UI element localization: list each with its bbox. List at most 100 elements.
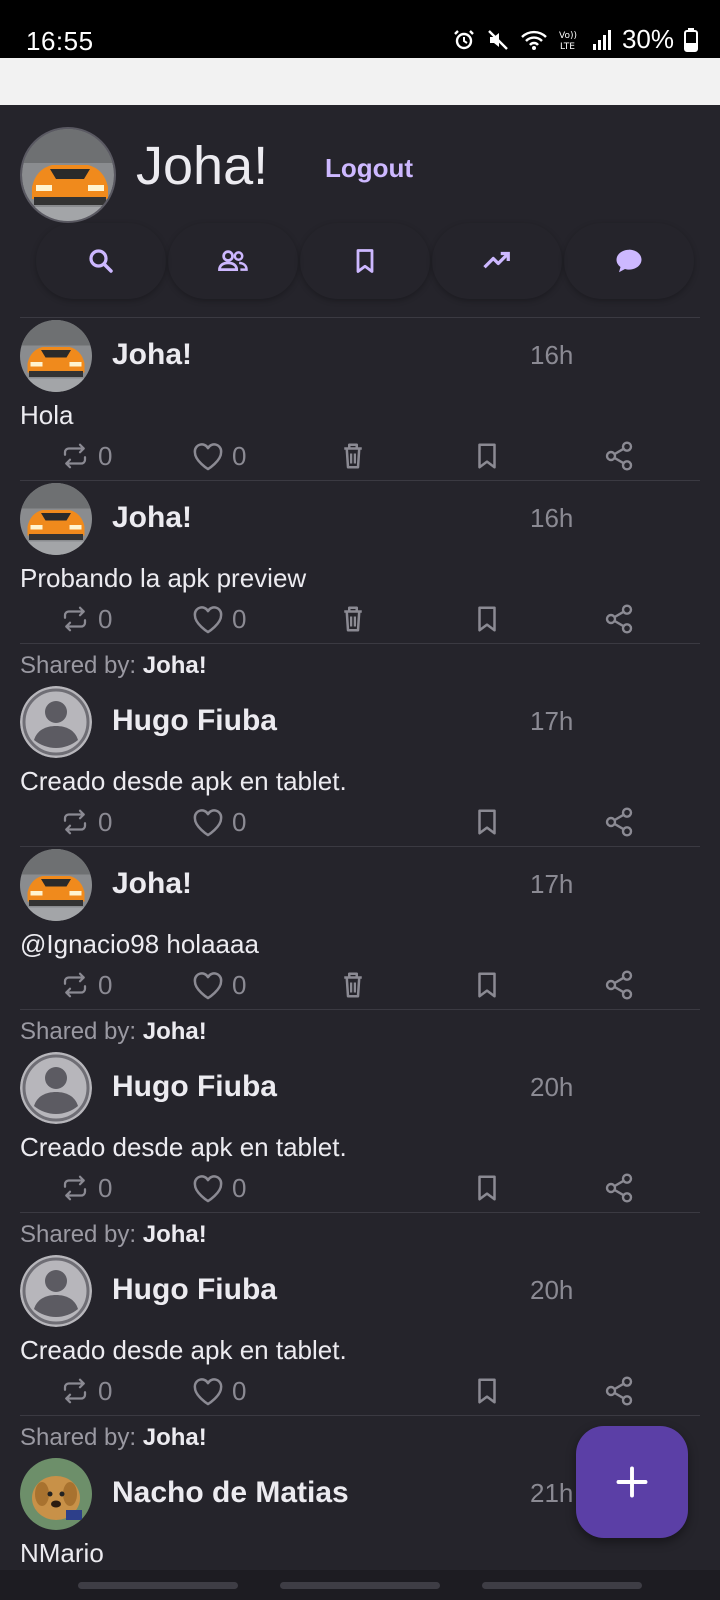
share-button[interactable] — [602, 802, 636, 842]
retweet-count: 0 — [98, 969, 113, 1000]
tab-chat[interactable] — [564, 223, 694, 299]
svg-text:Vo)): Vo)) — [559, 31, 577, 41]
author-name[interactable]: Hugo Fiuba — [112, 704, 277, 738]
retweet-button[interactable]: 0 — [58, 1371, 112, 1411]
trending-icon — [483, 251, 510, 269]
shared-by-label: Shared by: — [20, 1424, 137, 1451]
heart-icon — [193, 443, 223, 471]
shared-by-label: Shared by: — [20, 1018, 137, 1045]
like-button[interactable]: 0 — [190, 1371, 246, 1411]
chat-icon — [616, 249, 642, 273]
retweet-count: 0 — [98, 1172, 113, 1203]
retweet-count: 0 — [98, 440, 113, 471]
author-avatar[interactable] — [20, 1255, 92, 1327]
share-button[interactable] — [602, 965, 636, 1005]
post-text: @Ignacio98 holaaaa — [20, 929, 259, 959]
author-name[interactable]: Joha! — [112, 501, 192, 535]
app-top-strip — [0, 58, 720, 105]
author-name[interactable]: Joha! — [112, 338, 192, 372]
new-post-button[interactable] — [576, 1426, 688, 1538]
shared-by-name[interactable]: Joha! — [143, 652, 207, 679]
heart-icon — [193, 606, 223, 634]
post-card[interactable]: Shared by: Joha! Hugo Fiuba 20h Creado desd… — [20, 1009, 700, 1212]
post-time: 16h — [530, 340, 574, 370]
post-card[interactable]: Joha! 17h @Ignacio98 holaaaa 0 0 — [20, 846, 700, 1009]
author-avatar[interactable] — [20, 483, 92, 555]
search-icon — [89, 249, 113, 273]
post-text: Creado desde apk en tablet. — [20, 766, 347, 796]
retweet-button[interactable]: 0 — [58, 1168, 112, 1208]
tab-trending[interactable] — [432, 223, 562, 299]
share-button[interactable] — [602, 1168, 636, 1208]
post-card[interactable]: Joha! 16h Probando la apk preview 0 0 — [20, 480, 700, 643]
profile-avatar[interactable] — [20, 127, 116, 223]
post-header: Joha! 16h — [20, 318, 700, 396]
retweet-button[interactable]: 0 — [58, 802, 112, 842]
nav-recents[interactable] — [78, 1582, 238, 1589]
author-avatar[interactable] — [20, 849, 92, 921]
post-feed: Joha! 16h Hola 0 0 Joha! 16h Probando la apk pr… — [20, 317, 700, 1574]
shared-by-name[interactable]: Joha! — [143, 1424, 207, 1451]
bookmark-icon — [478, 1175, 496, 1201]
nav-home[interactable] — [280, 1582, 440, 1589]
bookmark-button[interactable] — [474, 436, 500, 476]
author-name[interactable]: Nacho de Matias — [112, 1476, 349, 1510]
share-button[interactable] — [602, 436, 636, 476]
post-actions: 00 — [20, 802, 700, 846]
shared-by-name[interactable]: Joha! — [143, 1018, 207, 1045]
retweet-count: 0 — [98, 806, 113, 837]
author-name[interactable]: Hugo Fiuba — [112, 1273, 277, 1307]
tab-people[interactable] — [168, 223, 298, 299]
author-avatar[interactable] — [20, 320, 92, 392]
share-icon — [605, 1376, 633, 1406]
post-header: Joha! 16h — [20, 481, 700, 559]
like-button[interactable]: 0 — [190, 802, 246, 842]
tab-bookmarks[interactable] — [300, 223, 430, 299]
shared-by-name[interactable]: Joha! — [143, 1221, 207, 1248]
shared-by-line: Shared by: Joha! — [20, 1213, 700, 1253]
author-name[interactable]: Joha! — [112, 867, 192, 901]
like-button[interactable]: 0 — [190, 1168, 246, 1208]
tab-search[interactable] — [36, 223, 166, 299]
status-time: 16:55 — [26, 26, 94, 56]
logout-button[interactable]: Logout — [304, 145, 434, 191]
bookmark-button[interactable] — [474, 965, 500, 1005]
like-count: 0 — [232, 1172, 247, 1203]
post-card[interactable]: Shared by: Joha! Hugo Fiuba 17h Creado desd… — [20, 643, 700, 846]
bookmark-icon — [478, 809, 496, 835]
heart-icon — [193, 1378, 223, 1406]
like-button[interactable]: 0 — [190, 965, 246, 1005]
share-button[interactable] — [602, 1371, 636, 1411]
retweet-icon — [63, 443, 87, 469]
post-time: 17h — [530, 706, 574, 736]
author-name[interactable]: Hugo Fiuba — [112, 1070, 277, 1104]
like-button[interactable]: 0 — [190, 436, 246, 476]
author-avatar[interactable] — [20, 686, 92, 758]
author-avatar[interactable] — [20, 1458, 92, 1530]
delete-icon — [344, 972, 362, 998]
delete-button[interactable] — [340, 599, 366, 639]
signal-icon — [592, 29, 611, 50]
retweet-icon — [63, 809, 87, 835]
delete-button[interactable] — [340, 436, 366, 476]
post-header: Hugo Fiuba 17h — [20, 684, 700, 762]
post-card[interactable]: Shared by: Joha! Hugo Fiuba 20h Creado desd… — [20, 1212, 700, 1415]
share-button[interactable] — [602, 599, 636, 639]
post-time: 17h — [530, 869, 574, 899]
nav-back[interactable] — [482, 1582, 642, 1589]
bookmark-button[interactable] — [474, 802, 500, 842]
bookmark-icon — [356, 249, 374, 273]
like-count: 0 — [232, 603, 247, 634]
bookmark-button[interactable] — [474, 1371, 500, 1411]
retweet-button[interactable]: 0 — [58, 436, 112, 476]
post-time: 20h — [530, 1275, 574, 1305]
share-icon — [605, 807, 633, 837]
retweet-button[interactable]: 0 — [58, 599, 112, 639]
like-button[interactable]: 0 — [190, 599, 246, 639]
retweet-button[interactable]: 0 — [58, 965, 112, 1005]
delete-button[interactable] — [340, 965, 366, 1005]
bookmark-button[interactable] — [474, 1168, 500, 1208]
author-avatar[interactable] — [20, 1052, 92, 1124]
bookmark-button[interactable] — [474, 599, 500, 639]
post-card[interactable]: Joha! 16h Hola 0 0 — [20, 317, 700, 480]
